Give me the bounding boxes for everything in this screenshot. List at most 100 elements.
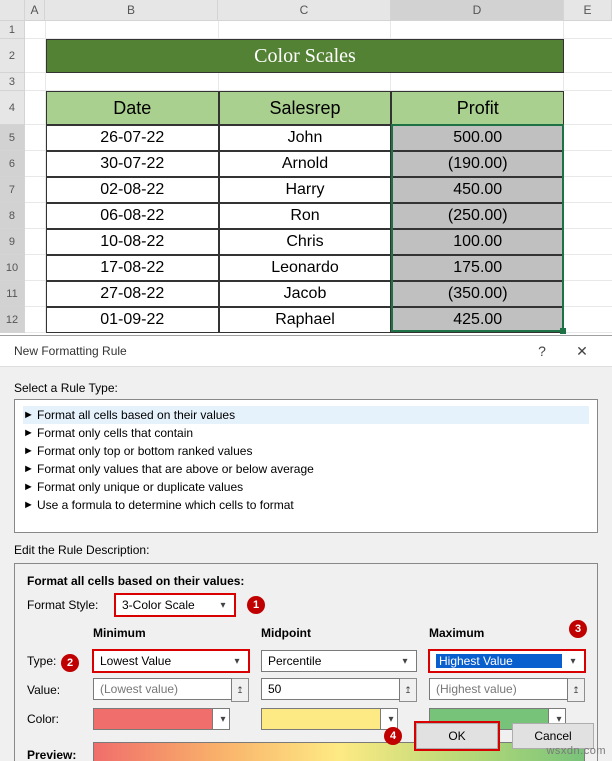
rule-type-item[interactable]: ►Format only values that are above or be…: [23, 460, 589, 478]
value-label: Value:: [27, 683, 83, 697]
cell-profit[interactable]: (190.00): [391, 151, 564, 177]
cell-rep[interactable]: Chris: [219, 229, 392, 255]
cell-date[interactable]: 27-08-22: [46, 281, 219, 307]
chevron-down-icon: ▾: [230, 656, 244, 667]
help-icon[interactable]: ?: [522, 337, 562, 365]
cell-profit[interactable]: 100.00: [391, 229, 564, 255]
cell-date[interactable]: 02-08-22: [46, 177, 219, 203]
cell-date[interactable]: 10-08-22: [46, 229, 219, 255]
row-6: 6 30-07-22 Arnold (190.00): [0, 151, 612, 177]
row-header-11[interactable]: 11: [0, 281, 25, 307]
row-1: 1: [0, 21, 612, 39]
ok-button[interactable]: OK: [416, 723, 498, 749]
rule-type-item[interactable]: ►Format only cells that contain: [23, 424, 589, 442]
row-header-9[interactable]: 9: [0, 229, 25, 255]
min-color-swatch[interactable]: [93, 708, 213, 730]
rule-type-item[interactable]: ►Use a formula to determine which cells …: [23, 496, 589, 514]
row-header-2[interactable]: 2: [0, 39, 25, 73]
row-12: 12 01-09-22 Raphael 425.00: [0, 307, 612, 333]
type-label: Type:: [27, 654, 56, 668]
col-header-E[interactable]: E: [564, 0, 612, 20]
row-header-7[interactable]: 7: [0, 177, 25, 203]
cell-profit[interactable]: 175.00: [391, 255, 564, 281]
header-rep[interactable]: Salesrep: [219, 91, 392, 125]
select-all-corner[interactable]: [0, 0, 25, 20]
row-3: 3: [0, 73, 612, 91]
watermark: wsxdn.com: [546, 745, 606, 757]
max-value-input[interactable]: (Highest value): [429, 678, 568, 700]
range-picker-icon[interactable]: ↥: [567, 678, 585, 702]
color-label: Color:: [27, 712, 83, 726]
column-header-row: A B C D E: [0, 0, 612, 21]
cell-date[interactable]: 17-08-22: [46, 255, 219, 281]
minimum-header: Minimum: [93, 626, 249, 640]
row-header-1[interactable]: 1: [0, 21, 25, 39]
mid-color-swatch[interactable]: [261, 708, 381, 730]
col-header-B[interactable]: B: [45, 0, 218, 20]
midpoint-header: Midpoint: [261, 626, 417, 640]
row-header-3[interactable]: 3: [0, 73, 25, 91]
preview-label: Preview:: [27, 748, 93, 761]
row-11: 11 27-08-22 Jacob (350.00): [0, 281, 612, 307]
rule-type-item[interactable]: ►Format only unique or duplicate values: [23, 478, 589, 496]
cell-profit[interactable]: 425.00: [391, 307, 564, 333]
cell-rep[interactable]: Ron: [219, 203, 392, 229]
row-10: 10 17-08-22 Leonardo 175.00: [0, 255, 612, 281]
cell-rep[interactable]: Harry: [219, 177, 392, 203]
rule-type-item[interactable]: ►Format all cells based on their values: [23, 406, 589, 424]
close-icon[interactable]: ✕: [562, 337, 602, 365]
range-picker-icon[interactable]: ↥: [231, 678, 249, 702]
rule-type-item[interactable]: ►Format only top or bottom ranked values: [23, 442, 589, 460]
cell-rep[interactable]: Leonardo: [219, 255, 392, 281]
cell-date[interactable]: 06-08-22: [46, 203, 219, 229]
cell-rep[interactable]: Arnold: [219, 151, 392, 177]
cell-profit[interactable]: (250.00): [391, 203, 564, 229]
row-header-6[interactable]: 6: [0, 151, 25, 177]
row-header-8[interactable]: 8: [0, 203, 25, 229]
cell-profit[interactable]: 500.00: [391, 125, 564, 151]
max-type-combo[interactable]: Highest Value▾: [429, 650, 585, 672]
annotation-2: 2: [61, 654, 79, 672]
row-5: 5 26-07-22 John 500.00: [0, 125, 612, 151]
annotation-1: 1: [247, 596, 265, 614]
row-header-12[interactable]: 12: [0, 307, 25, 333]
format-style-combo[interactable]: 3-Color Scale ▾: [115, 594, 235, 616]
row-7: 7 02-08-22 Harry 450.00: [0, 177, 612, 203]
min-type-combo[interactable]: Lowest Value▾: [93, 650, 249, 672]
col-header-A[interactable]: A: [25, 0, 45, 20]
cell-date[interactable]: 26-07-22: [46, 125, 219, 151]
maximum-header: Maximum: [429, 626, 585, 640]
mid-value-input[interactable]: 50: [261, 678, 400, 700]
row-header-4[interactable]: 4: [0, 91, 25, 125]
cell-date[interactable]: 30-07-22: [46, 151, 219, 177]
cell-rep[interactable]: Jacob: [219, 281, 392, 307]
row-header-10[interactable]: 10: [0, 255, 25, 281]
chevron-down-icon: ▾: [566, 656, 580, 667]
cell-rep[interactable]: John: [219, 125, 392, 151]
select-rule-type-label: Select a Rule Type:: [14, 381, 598, 395]
new-formatting-rule-dialog: New Formatting Rule ? ✕ Select a Rule Ty…: [0, 335, 612, 761]
min-color-combo[interactable]: ▾: [212, 708, 230, 730]
range-picker-icon[interactable]: ↥: [399, 678, 417, 702]
format-all-cells-label: Format all cells based on their values:: [27, 574, 585, 588]
min-value-input[interactable]: (Lowest value): [93, 678, 232, 700]
format-style-label: Format Style:: [27, 598, 107, 612]
col-header-D[interactable]: D: [391, 0, 564, 20]
cell-profit[interactable]: (350.00): [391, 281, 564, 307]
header-date[interactable]: Date: [46, 91, 219, 125]
rule-type-list[interactable]: ►Format all cells based on their values …: [14, 399, 598, 533]
cell-rep[interactable]: Raphael: [219, 307, 392, 333]
dialog-title-bar[interactable]: New Formatting Rule ? ✕: [0, 336, 612, 367]
title-cell[interactable]: Color Scales: [46, 39, 564, 73]
row-header-5[interactable]: 5: [0, 125, 25, 151]
cell-profit[interactable]: 450.00: [391, 177, 564, 203]
cell-date[interactable]: 01-09-22: [46, 307, 219, 333]
row-8: 8 06-08-22 Ron (250.00): [0, 203, 612, 229]
header-profit[interactable]: Profit: [391, 91, 564, 125]
row-2: 2 Color Scales: [0, 39, 612, 73]
chevron-down-icon: ▾: [398, 656, 412, 667]
spreadsheet: A B C D E 1 2 Color Scales 3 4 Date Sale…: [0, 0, 612, 333]
chevron-down-icon: ▾: [217, 714, 229, 725]
col-header-C[interactable]: C: [218, 0, 391, 20]
mid-type-combo[interactable]: Percentile▾: [261, 650, 417, 672]
